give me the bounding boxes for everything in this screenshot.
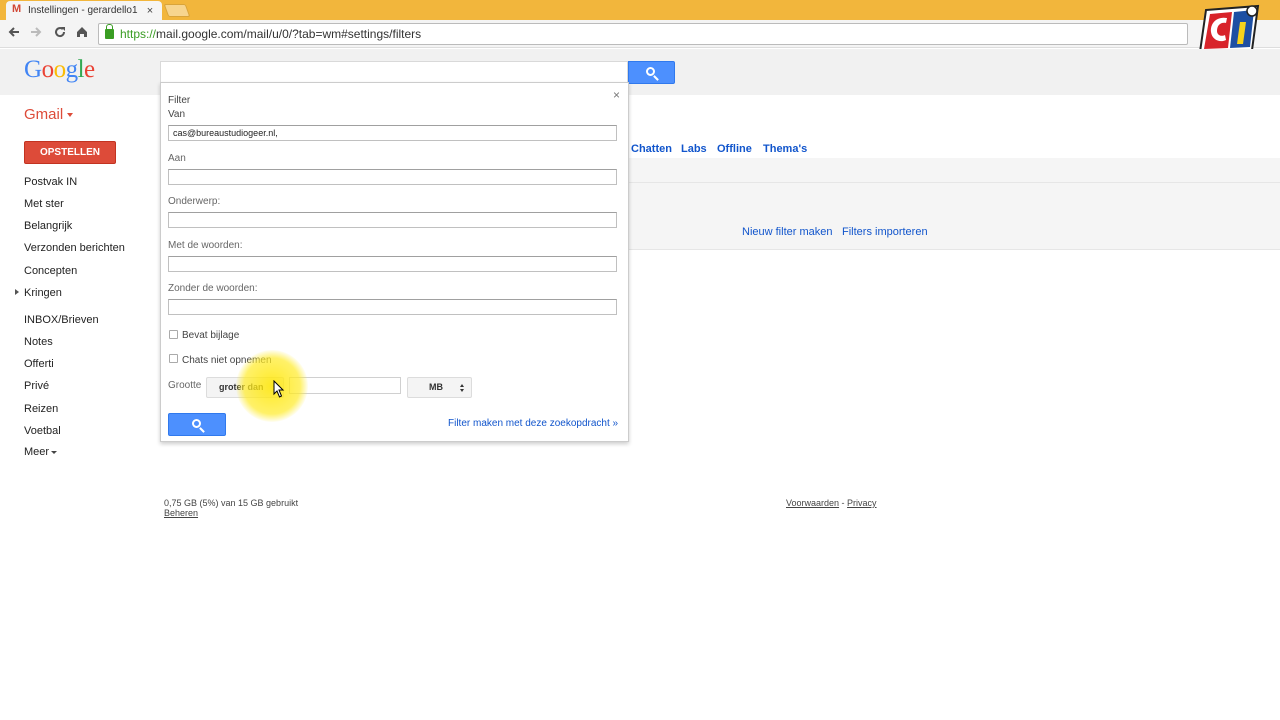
has-attachment-checkbox[interactable]	[169, 330, 178, 339]
sidebar-item-more[interactable]: Meer	[24, 446, 58, 458]
mail-search-button[interactable]	[628, 61, 675, 84]
url-path: mail.google.com/mail/u/0/?tab=wm#setting…	[156, 27, 422, 41]
to-field[interactable]	[168, 169, 617, 185]
sidebar-item-drafts[interactable]: Concepten	[24, 265, 77, 277]
tab-offline[interactable]: Offline	[717, 143, 752, 155]
expand-arrow-icon[interactable]	[15, 289, 19, 295]
size-label: Grootte	[168, 380, 202, 391]
sidebar-item-circles[interactable]: Kringen	[24, 287, 62, 299]
tab-labs[interactable]: Labs	[681, 143, 707, 155]
filter-dialog: × Filter Van cas@bureaustudiogeer.nl, Aa…	[160, 82, 629, 442]
google-logo-letter: o	[41, 56, 55, 83]
no-chats-checkbox[interactable]	[169, 354, 178, 363]
sidebar-item-inbox[interactable]: Postvak IN	[24, 176, 77, 188]
google-logo-letter: g	[65, 56, 79, 83]
back-arrow-icon[interactable]	[6, 25, 22, 41]
mail-search-input[interactable]	[160, 61, 628, 84]
ci-watermark-logo	[1196, 2, 1268, 54]
sidebar-item-sent[interactable]: Verzonden berichten	[24, 242, 125, 254]
filter-search-button[interactable]	[168, 413, 226, 436]
without-words-label: Zonder de woorden:	[168, 283, 258, 294]
google-logo-letter: G	[24, 56, 42, 83]
sidebar-item-prive[interactable]: Privé	[24, 380, 49, 392]
sidebar-item-reizen[interactable]: Reizen	[24, 403, 58, 415]
size-unit-select[interactable]: MB	[407, 377, 472, 398]
storage-usage-text: 0,75 GB (5%) van 15 GB gebruikt	[164, 498, 299, 508]
google-logo-letter: e	[84, 56, 95, 83]
google-logo[interactable]: Google	[24, 56, 95, 84]
tab-themes[interactable]: Thema's	[763, 143, 807, 155]
sidebar-item-offerti[interactable]: Offerti	[24, 358, 54, 370]
cursor-highlight	[236, 350, 308, 422]
manage-storage-link[interactable]: Beheren	[164, 508, 298, 518]
size-unit-value: MB	[429, 382, 443, 392]
filter-dialog-title: Filter	[168, 95, 191, 106]
sidebar-item-voetbal[interactable]: Voetbal	[24, 425, 61, 437]
subject-field[interactable]	[168, 212, 617, 228]
forward-arrow-icon[interactable]	[28, 25, 44, 41]
import-filters-link[interactable]: Filters importeren	[842, 226, 928, 238]
search-icon	[646, 67, 655, 76]
sidebar-item-important[interactable]: Belangrijk	[24, 220, 72, 232]
browser-tabstrip: Instellingen - gerardello1 ×	[0, 0, 1280, 20]
browser-tab-gmail[interactable]: Instellingen - gerardello1 ×	[6, 1, 162, 20]
from-label: Van	[168, 109, 186, 120]
subject-label: Onderwerp:	[168, 196, 221, 207]
tab-title: Instellingen - gerardello1	[28, 5, 138, 16]
google-logo-letter: o	[53, 56, 67, 83]
sidebar-item-notes[interactable]: Notes	[24, 336, 53, 348]
reload-icon[interactable]	[52, 25, 68, 41]
gmail-app-label: Gmail	[24, 106, 64, 123]
search-icon	[192, 419, 201, 428]
new-tab-button[interactable]	[163, 4, 191, 17]
gmail-app-menu[interactable]: Gmail	[24, 106, 74, 123]
browser-toolbar: https:// mail.google.com/mail/u/0/?tab=w…	[0, 20, 1280, 48]
close-icon[interactable]: ×	[613, 88, 620, 102]
gmail-favicon-icon	[12, 3, 24, 15]
compose-button[interactable]: OPSTELLEN	[24, 141, 116, 164]
caret-down-icon	[51, 450, 58, 454]
mouse-cursor-icon	[273, 379, 285, 398]
has-attachment-label: Bevat bijlage	[182, 330, 240, 341]
settings-band	[628, 158, 1280, 182]
caret-down-icon	[67, 113, 74, 118]
footer-separator: -	[839, 498, 848, 508]
has-words-field[interactable]	[168, 256, 617, 272]
lock-icon	[105, 24, 114, 39]
storage-usage: 0,75 GB (5%) van 15 GB gebruikt Beheren	[164, 498, 298, 518]
url-scheme: https://	[120, 27, 157, 41]
new-filter-link[interactable]: Nieuw filter maken	[742, 226, 832, 238]
home-icon[interactable]	[74, 25, 90, 41]
more-label: Meer	[24, 446, 50, 458]
address-bar[interactable]: https:// mail.google.com/mail/u/0/?tab=w…	[98, 23, 1188, 45]
sidebar-item-inbox-letters[interactable]: INBOX/Brieven	[24, 314, 99, 326]
from-field[interactable]: cas@bureaustudiogeer.nl,	[168, 125, 617, 141]
footer-links: Voorwaarden - Privacy	[786, 498, 877, 508]
has-words-label: Met de woorden:	[168, 240, 243, 251]
create-filter-link[interactable]: Filter maken met deze zoekopdracht »	[448, 418, 618, 429]
filters-section	[628, 182, 1280, 250]
without-words-field[interactable]	[168, 299, 617, 315]
sidebar-item-starred[interactable]: Met ster	[24, 198, 64, 210]
tab-close-icon[interactable]: ×	[144, 5, 156, 17]
terms-link[interactable]: Voorwaarden	[786, 498, 839, 508]
privacy-link[interactable]: Privacy	[847, 498, 877, 508]
google-logo-letters: Google	[24, 56, 95, 83]
to-label: Aan	[168, 153, 186, 164]
tab-chat[interactable]: Chatten	[631, 143, 672, 155]
